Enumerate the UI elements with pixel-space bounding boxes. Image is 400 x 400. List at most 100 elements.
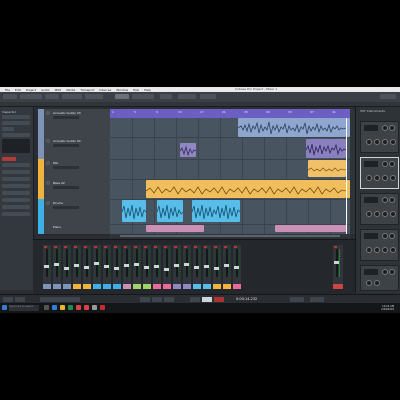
window-controls[interactable] <box>380 94 396 99</box>
record-button[interactable] <box>224 246 227 248</box>
channel-strip[interactable] <box>233 245 241 289</box>
fader-track[interactable] <box>76 249 78 277</box>
track-name[interactable]: Piano <box>53 225 61 229</box>
channel-strip[interactable] <box>143 245 151 289</box>
track-name[interactable]: Drums <box>53 201 63 205</box>
channel-strip[interactable] <box>153 245 161 289</box>
channel-strip[interactable] <box>193 245 201 289</box>
toolbar-button[interactable] <box>160 94 172 99</box>
fader-track[interactable] <box>216 249 218 277</box>
midi-event[interactable] <box>275 225 347 232</box>
knob[interactable] <box>390 175 396 181</box>
audio-event[interactable] <box>146 180 346 198</box>
channel-strip[interactable] <box>43 245 51 289</box>
record-enable-button[interactable] <box>2 157 16 161</box>
channel-strip[interactable] <box>133 245 141 289</box>
taskbar-search[interactable]: Type here to search <box>9 305 39 311</box>
channel-strip[interactable] <box>103 245 111 289</box>
instrument-slot[interactable] <box>360 193 399 225</box>
channel-strip[interactable] <box>73 245 81 289</box>
knob[interactable] <box>366 280 372 286</box>
midi-event[interactable] <box>146 225 204 232</box>
knob[interactable] <box>389 233 395 239</box>
toolbar-button[interactable] <box>20 94 42 99</box>
timeline-ruler[interactable]: 1 5 9 13 17 21 25 29 33 37 41 <box>110 109 350 118</box>
menu-file[interactable]: File <box>5 88 10 92</box>
audio-event[interactable] <box>180 143 196 157</box>
start-icon[interactable] <box>2 305 7 310</box>
stop-button[interactable] <box>190 297 200 302</box>
snap-settings[interactable] <box>178 94 196 99</box>
record-button[interactable] <box>74 246 77 248</box>
channel-strip[interactable] <box>123 245 131 289</box>
track-controls[interactable] <box>53 206 79 209</box>
knob[interactable] <box>390 247 396 253</box>
fader-track[interactable] <box>146 249 148 277</box>
knob[interactable] <box>366 175 372 181</box>
record-button[interactable] <box>64 246 67 248</box>
inspector-row[interactable] <box>2 127 14 131</box>
audio-event[interactable] <box>157 200 183 222</box>
cubase-icon[interactable] <box>100 305 105 310</box>
transport-button[interactable] <box>3 297 13 302</box>
knob[interactable] <box>382 125 388 131</box>
track-controls[interactable] <box>53 116 79 119</box>
channel-strip[interactable] <box>183 245 191 289</box>
menu-midi[interactable]: MIDI <box>55 88 62 92</box>
audio-event[interactable] <box>238 118 346 137</box>
channel-strip[interactable] <box>93 245 101 289</box>
track-header[interactable]: Acoustic Guitar 03 <box>38 109 110 138</box>
knob[interactable] <box>382 269 388 275</box>
knob[interactable] <box>389 197 395 203</box>
menu-project[interactable]: Project <box>26 88 36 92</box>
record-button[interactable] <box>194 246 197 248</box>
record-button[interactable] <box>204 246 207 248</box>
fader-track[interactable] <box>166 249 168 277</box>
channel-strip[interactable] <box>223 245 231 289</box>
inspector-track-name[interactable] <box>2 115 30 119</box>
knob[interactable] <box>366 211 372 217</box>
track-header[interactable]: Drums <box>38 199 110 225</box>
record-button[interactable] <box>144 246 147 248</box>
track-name[interactable]: Acoustic Guitar 04 <box>53 139 81 143</box>
edge-icon[interactable] <box>52 305 57 310</box>
app-icon[interactable] <box>84 305 89 310</box>
knob[interactable] <box>374 280 380 286</box>
knob[interactable] <box>374 175 380 181</box>
event-display[interactable] <box>110 118 350 234</box>
project-cursor[interactable] <box>346 118 347 234</box>
knob[interactable] <box>389 125 395 131</box>
track-controls[interactable] <box>53 166 79 169</box>
record-button[interactable] <box>154 246 157 248</box>
fader-track[interactable] <box>206 249 208 277</box>
tool-selector[interactable] <box>115 94 129 99</box>
horizontal-scrollbar[interactable] <box>110 234 350 238</box>
knob[interactable] <box>382 233 388 239</box>
folder-icon[interactable] <box>60 305 65 310</box>
record-button[interactable] <box>54 246 57 248</box>
track-name[interactable]: Bass 02 <box>53 181 65 185</box>
knob[interactable] <box>389 269 395 275</box>
fader-track[interactable] <box>86 249 88 277</box>
play-button[interactable] <box>202 297 212 302</box>
knob[interactable] <box>382 139 388 145</box>
menu-transport[interactable]: Transport <box>80 88 94 92</box>
forward-button[interactable] <box>152 297 162 302</box>
inspector-row[interactable] <box>2 163 30 167</box>
knob[interactable] <box>390 139 396 145</box>
transport-button[interactable] <box>310 297 324 302</box>
transport-button[interactable] <box>15 297 25 302</box>
fader-track[interactable] <box>236 249 238 277</box>
track-header[interactable]: Acoustic Guitar 04 <box>38 137 110 160</box>
fader-track[interactable] <box>66 249 68 277</box>
knob[interactable] <box>366 247 372 253</box>
menu-help[interactable]: Help <box>144 88 151 92</box>
cycle-button[interactable] <box>164 297 174 302</box>
knob[interactable] <box>382 211 388 217</box>
channel-strip[interactable] <box>113 245 121 289</box>
knob[interactable] <box>382 175 388 181</box>
knob[interactable] <box>390 211 396 217</box>
record-button[interactable] <box>134 246 137 248</box>
toolbar-button[interactable] <box>132 94 154 99</box>
track-header[interactable]: Piano <box>38 224 110 235</box>
